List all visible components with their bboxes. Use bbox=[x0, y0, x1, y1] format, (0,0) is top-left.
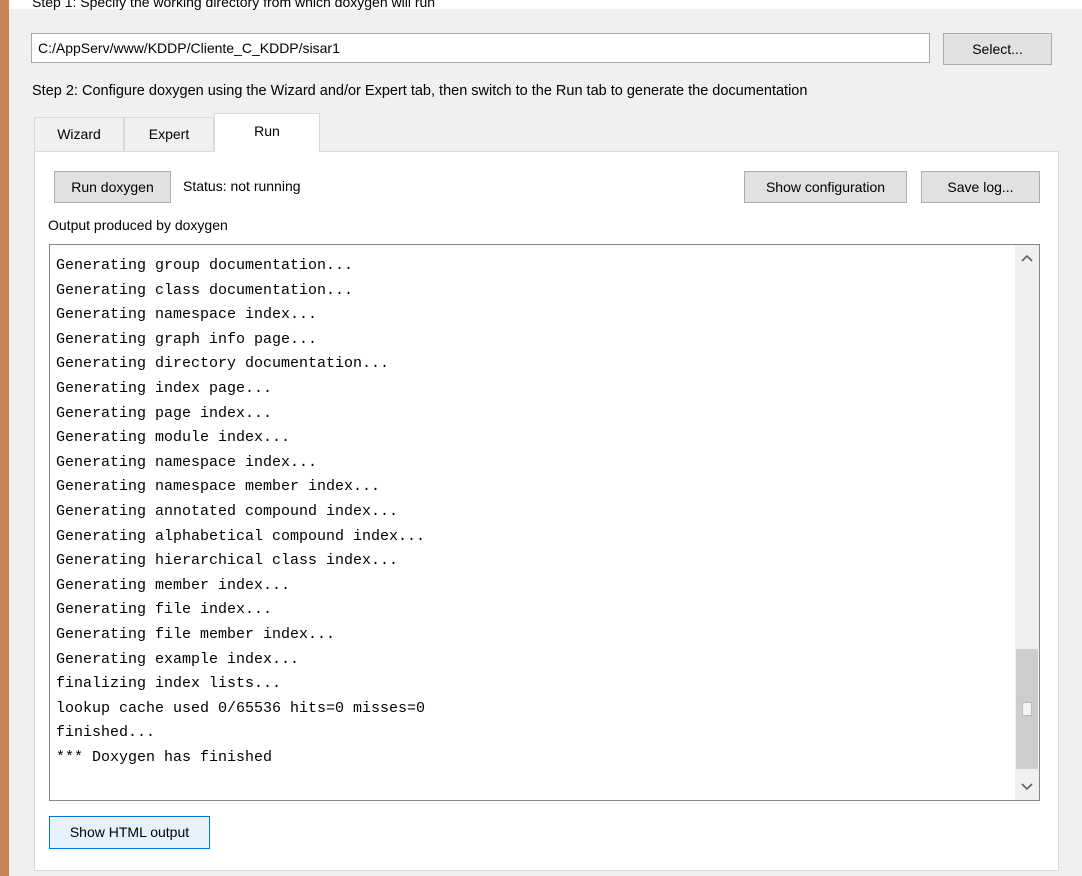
log-line: Generating example index... bbox=[56, 650, 300, 668]
log-line: Generating class documentation... bbox=[56, 281, 354, 299]
log-line: Generating file index... bbox=[56, 601, 273, 619]
log-line: Generating page index... bbox=[56, 404, 273, 422]
log-line: Generating namespace index... bbox=[56, 306, 318, 324]
working-directory-input[interactable]: C:/AppServ/www/KDDP/Cliente_C_KDDP/sisar… bbox=[31, 33, 930, 63]
chevron-up-icon[interactable] bbox=[1015, 247, 1039, 269]
tab-wizard[interactable]: Wizard bbox=[34, 117, 124, 152]
show-configuration-button[interactable]: Show configuration bbox=[744, 171, 907, 203]
step2-label: Step 2: Configure doxygen using the Wiza… bbox=[32, 83, 808, 99]
show-html-output-button[interactable]: Show HTML output bbox=[49, 816, 210, 849]
log-line: Generating directory documentation... bbox=[56, 355, 390, 373]
log-line: Generating annotated compound index... bbox=[56, 502, 399, 520]
log-line: Generating file member index... bbox=[56, 625, 336, 643]
log-line: Generating graph info page... bbox=[56, 330, 318, 348]
save-log-button[interactable]: Save log... bbox=[921, 171, 1040, 203]
scrollbar-thumb[interactable] bbox=[1016, 649, 1038, 769]
status-label: Status: not running bbox=[183, 178, 301, 194]
output-log-text: Generating group documentation... Generat… bbox=[56, 254, 425, 770]
log-line: Generating hierarchical class index... bbox=[56, 552, 399, 570]
log-line: Generating module index... bbox=[56, 429, 291, 447]
log-line: finalizing index lists... bbox=[56, 675, 282, 693]
log-line: Generating alphabetical compound index..… bbox=[56, 527, 426, 545]
log-line: Generating member index... bbox=[56, 576, 291, 594]
output-label: Output produced by doxygen bbox=[48, 217, 228, 233]
select-directory-button[interactable]: Select... bbox=[943, 33, 1052, 65]
log-line: lookup cache used 0/65536 hits=0 misses=… bbox=[56, 699, 426, 717]
tab-expert[interactable]: Expert bbox=[124, 117, 214, 152]
tab-run[interactable]: Run bbox=[214, 113, 320, 152]
step1-label: Step 1: Specify the working directory fr… bbox=[32, 0, 436, 10]
chevron-down-icon[interactable] bbox=[1015, 776, 1039, 798]
log-scrollbar[interactable] bbox=[1015, 245, 1039, 800]
log-line: finished... bbox=[56, 724, 156, 742]
log-line: *** Doxygen has finished bbox=[56, 748, 273, 766]
log-line: Generating index page... bbox=[56, 379, 273, 397]
output-log[interactable]: Generating group documentation... Generat… bbox=[49, 244, 1040, 801]
log-line: Generating namespace index... bbox=[56, 453, 318, 471]
log-line: Generating group documentation... bbox=[56, 257, 354, 274]
scrollbar-grip bbox=[1022, 702, 1032, 716]
window-left-border bbox=[0, 0, 9, 876]
log-line: Generating namespace member index... bbox=[56, 478, 381, 496]
run-doxygen-button[interactable]: Run doxygen bbox=[54, 171, 171, 203]
